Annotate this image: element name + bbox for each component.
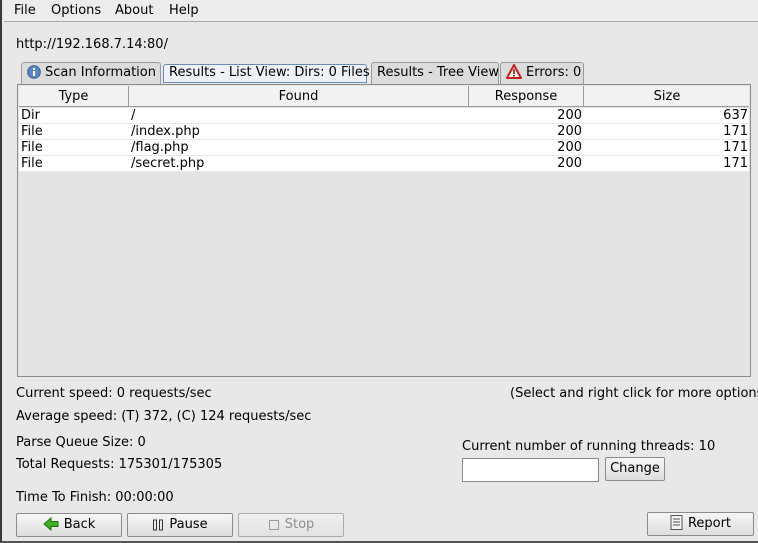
- right-click-hint: (Select and right click for more options…: [510, 386, 758, 401]
- report-icon: [670, 515, 683, 538]
- menu-help[interactable]: Help: [169, 2, 199, 20]
- results-table[interactable]: Type Found Response Size Dir / 200 637 F…: [17, 84, 751, 377]
- report-button-label: Report: [687, 516, 732, 531]
- table-header: Type Found Response Size: [19, 86, 749, 107]
- tab-scan-information-label: Scan Information: [45, 65, 156, 80]
- threads-input[interactable]: [462, 458, 599, 482]
- tab-errors-label: Errors: 0: [526, 65, 582, 80]
- pause-button-label: Pause: [169, 517, 208, 532]
- info-icon: [27, 65, 41, 86]
- cell-found: /index.php: [131, 124, 200, 139]
- cell-type: Dir: [21, 108, 40, 123]
- cell-found: /flag.php: [131, 140, 189, 155]
- report-button[interactable]: Report: [647, 512, 754, 536]
- cell-size: 637: [723, 108, 748, 123]
- tab-results-list-view[interactable]: Results - List View: Dirs: 0 Files: 3: [163, 64, 386, 83]
- total-requests: Total Requests: 175301/175305: [16, 457, 223, 472]
- cell-type: File: [21, 140, 43, 155]
- cell-size: 171: [723, 140, 748, 155]
- time-to-finish: Time To Finish: 00:00:00: [16, 490, 174, 505]
- tab-results-tree-view-label: Results - Tree View: [377, 65, 499, 80]
- warning-icon: [506, 64, 522, 86]
- tab-results-tree-view[interactable]: Results - Tree View: [371, 62, 499, 84]
- table-row[interactable]: Dir / 200 637: [19, 108, 749, 124]
- cell-found: /secret.php: [131, 156, 205, 171]
- cell-type: File: [21, 124, 43, 139]
- dirbuster-window: File Options About Help http://192.168.7…: [0, 0, 758, 543]
- pause-icon: [152, 517, 164, 539]
- table-row[interactable]: File /index.php 200 171: [19, 124, 749, 140]
- column-header-response[interactable]: Response: [469, 86, 584, 107]
- cell-response: 200: [557, 108, 582, 123]
- table-row[interactable]: File /secret.php 200 171: [19, 156, 749, 172]
- table-row[interactable]: File /flag.php 200 171: [19, 140, 749, 156]
- current-speed: Current speed: 0 requests/sec: [16, 386, 212, 401]
- stop-button[interactable]: Stop: [238, 513, 344, 537]
- cell-response: 200: [557, 140, 582, 155]
- column-header-size[interactable]: Size: [584, 86, 750, 107]
- column-header-type[interactable]: Type: [19, 86, 129, 107]
- cell-found: /: [131, 108, 136, 123]
- back-button-label: Back: [63, 517, 96, 532]
- target-url: http://192.168.7.14:80/: [16, 37, 168, 52]
- back-button[interactable]: Back: [16, 513, 122, 537]
- stop-icon: [268, 517, 280, 539]
- tab-errors[interactable]: Errors: 0: [500, 62, 584, 84]
- menu-file[interactable]: File: [14, 2, 36, 20]
- change-button[interactable]: Change: [605, 457, 665, 481]
- pause-button[interactable]: Pause: [127, 513, 233, 537]
- cell-size: 171: [723, 156, 748, 171]
- menu-options[interactable]: Options: [51, 2, 101, 20]
- cell-response: 200: [557, 124, 582, 139]
- tab-scan-information[interactable]: Scan Information: [21, 62, 161, 84]
- menu-bar: File Options About Help: [4, 0, 758, 22]
- tab-results-list-view-label: Results - List View: Dirs: 0 Files: 3: [169, 65, 387, 80]
- running-threads-label: Current number of running threads: 10: [462, 439, 716, 454]
- parse-queue-size: Parse Queue Size: 0: [16, 435, 146, 450]
- menu-about[interactable]: About: [115, 2, 153, 20]
- average-speed: Average speed: (T) 372, (C) 124 requests…: [16, 409, 312, 424]
- cell-type: File: [21, 156, 43, 171]
- stop-button-label: Stop: [284, 517, 315, 532]
- column-header-found[interactable]: Found: [129, 86, 469, 107]
- back-arrow-icon: [42, 516, 59, 539]
- cell-size: 171: [723, 124, 748, 139]
- cell-response: 200: [557, 156, 582, 171]
